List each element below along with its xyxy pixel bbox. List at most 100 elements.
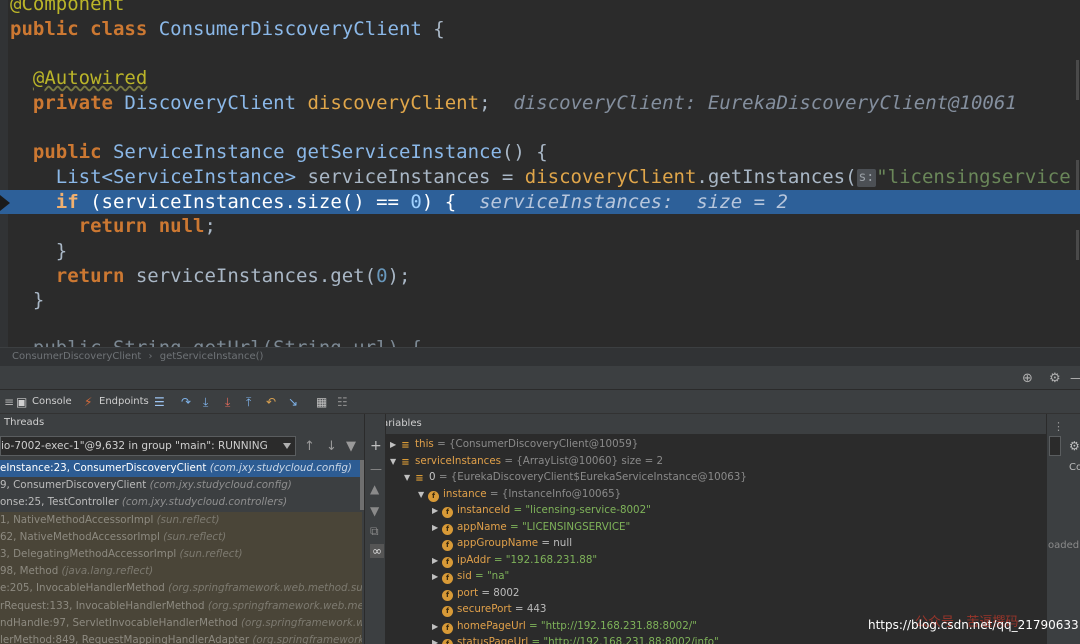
- code-line-close-method: }: [10, 288, 44, 313]
- code-line-autowired: @Autowired: [10, 66, 147, 91]
- breadcrumb-method[interactable]: getServiceInstance(): [160, 351, 264, 362]
- variable-row[interactable]: ▶ ≡ this = {ConsumerDiscoveryClient@10059}: [390, 436, 638, 453]
- stack-frame[interactable]: 98, Method (java.lang.reflect): [0, 563, 362, 581]
- side-input[interactable]: [1049, 436, 1061, 456]
- variable-row[interactable]: ▼ f instance = {InstanceInfo@10065}: [418, 486, 621, 503]
- step-out-icon[interactable]: ⤒: [246, 394, 251, 410]
- gear-icon[interactable]: ⚙: [1049, 371, 1061, 386]
- expand-right-icon[interactable]: ▶: [432, 569, 442, 585]
- stack-frame[interactable]: e:205, InvocableHandlerMethod (org.sprin…: [0, 580, 362, 598]
- expand-right-icon[interactable]: ▶: [390, 437, 400, 453]
- field-icon: f: [442, 606, 453, 617]
- code-editor[interactable]: @Component public class ConsumerDiscover…: [0, 0, 1080, 347]
- threads-panel: Threads io-7002-exec-1"@9,632 in group "…: [0, 414, 364, 644]
- variable-value: = {InstanceInfo@10065}: [486, 487, 622, 500]
- frame-location: 62, NativeMethodAccessorImpl: [0, 530, 164, 543]
- field-icon: f: [442, 589, 453, 601]
- frame-package: (org.springframework.web.method.s: [207, 599, 362, 612]
- frame-location: 3, DelegatingMethodAccessorImpl: [0, 547, 180, 560]
- drop-frame-icon[interactable]: ↶: [266, 394, 276, 410]
- up-arrow-icon[interactable]: ↑: [304, 439, 315, 454]
- glasses-icon[interactable]: ∞: [370, 544, 384, 558]
- editor-right-scroll[interactable]: [1074, 0, 1080, 347]
- private-keyword: private: [32, 92, 113, 114]
- field-icon: f: [442, 540, 453, 551]
- variable-row[interactable]: ▶ f statusPageUrl = "http://192.168.231.88…: [432, 634, 719, 644]
- variable-row[interactable]: ▶ f sid = "na": [432, 568, 509, 585]
- stack-frame[interactable]: lerMethod:849, RequestMappingHandlerAdap…: [0, 631, 362, 644]
- field-icon: f: [442, 507, 453, 518]
- thread-select[interactable]: io-7002-exec-1"@9,632 in group "main": R…: [0, 436, 296, 456]
- scroll-marker: [1076, 230, 1079, 260]
- trace-icon[interactable]: ☷: [337, 394, 348, 410]
- show-execution-point-icon[interactable]: ☰: [154, 394, 165, 410]
- stack-frame[interactable]: onse:25, TestController (com.jxy.studycl…: [0, 494, 362, 511]
- stack-frame[interactable]: 1, NativeMethodAccessorImpl (sun.reflect…: [0, 511, 362, 529]
- stack-frame[interactable]: rRequest:133, InvocableHandlerMethod (or…: [0, 597, 362, 615]
- variable-row[interactable]: ▶ f ipAddr = "192.168.231.88": [432, 552, 597, 569]
- gear-icon[interactable]: ⚙: [1069, 439, 1080, 453]
- stack-frame[interactable]: eInstance:23, ConsumerDiscoveryClient (c…: [0, 460, 362, 478]
- variable-row[interactable]: ▼ ≡ serviceInstances = {ArrayList@10060} s…: [390, 453, 663, 470]
- expand-down-icon[interactable]: ▼: [404, 470, 414, 486]
- stack-frame[interactable]: 3, DelegatingMethodAccessorImpl (sun.ref…: [0, 545, 362, 564]
- expand-right-icon[interactable]: ▶: [432, 619, 442, 635]
- variable-name: instanceId: [457, 504, 511, 516]
- method-public-keyword: public: [32, 141, 102, 163]
- variables-panel: Variables ▶≡this = {ConsumerDiscoveryCli…: [386, 414, 1046, 644]
- move-down-icon[interactable]: ▼: [370, 504, 379, 518]
- variable-value: = "http://192.168.231.88:8002/": [525, 619, 697, 632]
- variable-row[interactable]: ▶ f appName = "LICENSINGSERVICE": [432, 519, 630, 536]
- null-keyword: null: [158, 215, 205, 237]
- list-call: .getInstances(: [696, 166, 857, 188]
- step-over-icon[interactable]: ↷: [181, 394, 191, 410]
- add-watch-icon[interactable]: +: [370, 438, 382, 454]
- frame-location: 1, NativeMethodAccessorImpl: [0, 513, 157, 526]
- variable-row[interactable]: f securePort = 443: [432, 601, 546, 618]
- code-line-close-if: }: [10, 239, 67, 264]
- variable-name: statusPageUrl: [457, 636, 529, 644]
- tab-endpoints[interactable]: Endpoints: [99, 394, 149, 410]
- debug-toolbar-top: ⊕ ⚙ —: [0, 366, 1080, 390]
- field-type: DiscoveryClient: [124, 92, 297, 114]
- run-to-cursor-icon[interactable]: ↘: [288, 394, 298, 410]
- evaluate-expression-icon[interactable]: ▦: [316, 394, 327, 410]
- editor-gutter[interactable]: [0, 0, 8, 347]
- variable-value: = 443: [511, 603, 547, 615]
- code-line-cut: public String getUrl(String url) {: [10, 336, 422, 347]
- filter-icon[interactable]: ▼: [346, 439, 356, 454]
- expand-right-icon[interactable]: ▶: [432, 520, 442, 536]
- move-up-icon[interactable]: ▲: [370, 482, 379, 496]
- down-arrow-icon[interactable]: ↓: [326, 439, 337, 454]
- duplicate-icon[interactable]: ⧉: [370, 524, 379, 539]
- code-line-field: private DiscoveryClient discoveryClient;…: [10, 91, 1017, 116]
- variable-row[interactable]: ▶ f instanceId = "licensing-service-8002": [432, 502, 651, 519]
- frames-icon[interactable]: ≡: [4, 394, 14, 410]
- variable-row[interactable]: ▼ ≡ 0 = {EurekaDiscoveryClient$EurekaServi…: [404, 469, 747, 486]
- remove-icon[interactable]: —: [370, 462, 382, 476]
- variable-row[interactable]: f appGroupName = null: [432, 535, 572, 552]
- step-into-icon[interactable]: ⤓: [203, 394, 208, 410]
- variable-row[interactable]: f port = 8002: [432, 585, 520, 602]
- expand-right-icon[interactable]: ▶: [432, 503, 442, 519]
- console-icon: ▣: [16, 395, 28, 409]
- tab-console[interactable]: Console: [32, 394, 72, 410]
- return2-keyword: return: [55, 265, 125, 287]
- minimize-icon[interactable]: —: [1070, 371, 1080, 386]
- frame-package: (java.lang.reflect): [61, 565, 154, 578]
- variable-name: serviceInstances: [415, 454, 502, 467]
- field-icon: f: [442, 573, 453, 584]
- options-icon[interactable]: ⋮: [1053, 420, 1064, 433]
- expand-right-icon[interactable]: ▶: [432, 635, 442, 644]
- variable-row[interactable]: ▶ f homePageUrl = "http://192.168.231.88:8…: [432, 618, 697, 635]
- stack-frame[interactable]: 62, NativeMethodAccessorImpl (sun.reflec…: [0, 528, 362, 546]
- stack-frame[interactable]: ndHandle:97, ServletInvocableHandlerMeth…: [0, 614, 362, 632]
- settings-target-icon[interactable]: ⊕: [1022, 371, 1033, 386]
- force-step-into-icon[interactable]: ⤓: [225, 394, 230, 410]
- execution-point-arrow-icon: [0, 195, 10, 211]
- expand-right-icon[interactable]: ▶: [432, 553, 442, 569]
- stack-frame[interactable]: 9, ConsumerDiscoveryClient (com.jxy.stud…: [0, 477, 362, 494]
- expand-down-icon[interactable]: ▼: [390, 454, 400, 470]
- breadcrumb-class[interactable]: ConsumerDiscoveryClient: [12, 351, 141, 362]
- expand-down-icon[interactable]: ▼: [418, 487, 428, 503]
